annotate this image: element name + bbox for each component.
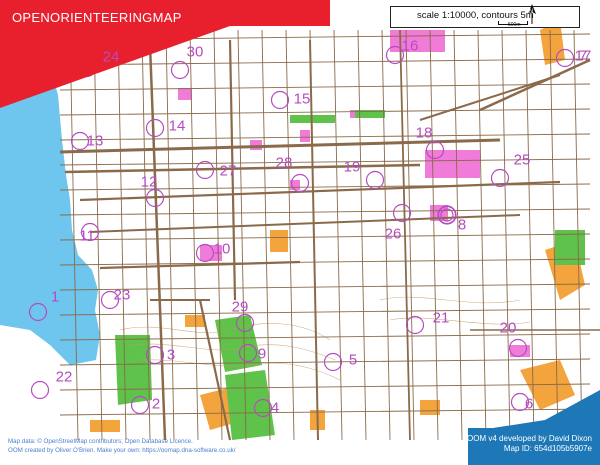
orienteering-map: 1 2 3 4 5 6 7 8 9 10 11 12 13 14 15 16 17 18 19 20 21 22 23 24 2… (0, 0, 600, 465)
developer-credit: OOM v4 developed by David Dixon (467, 434, 592, 443)
map-canvas (0, 0, 600, 465)
map-id: Map ID: 654d105b5907e (503, 444, 592, 453)
scale-panel: scale 1:10000, contours 5m (390, 6, 580, 28)
data-credit: Map data: © OpenStreetMap contributors; … (8, 438, 193, 445)
attribution-left: Map data: © OpenStreetMap contributors; … (8, 437, 368, 455)
north-arrow-icon (528, 4, 536, 24)
north-label: N (529, 9, 534, 15)
map-title: OPENORIENTEERINGMAP (12, 10, 182, 25)
scale-text: scale 1:10000, contours 5m (417, 10, 534, 21)
creator-credit: OOM created by Oliver O'Brien. Make your… (8, 447, 236, 454)
attribution-right: OOM v4 developed by David Dixon Map ID: … (467, 434, 592, 454)
scale-bar-label: 500m (508, 22, 521, 28)
